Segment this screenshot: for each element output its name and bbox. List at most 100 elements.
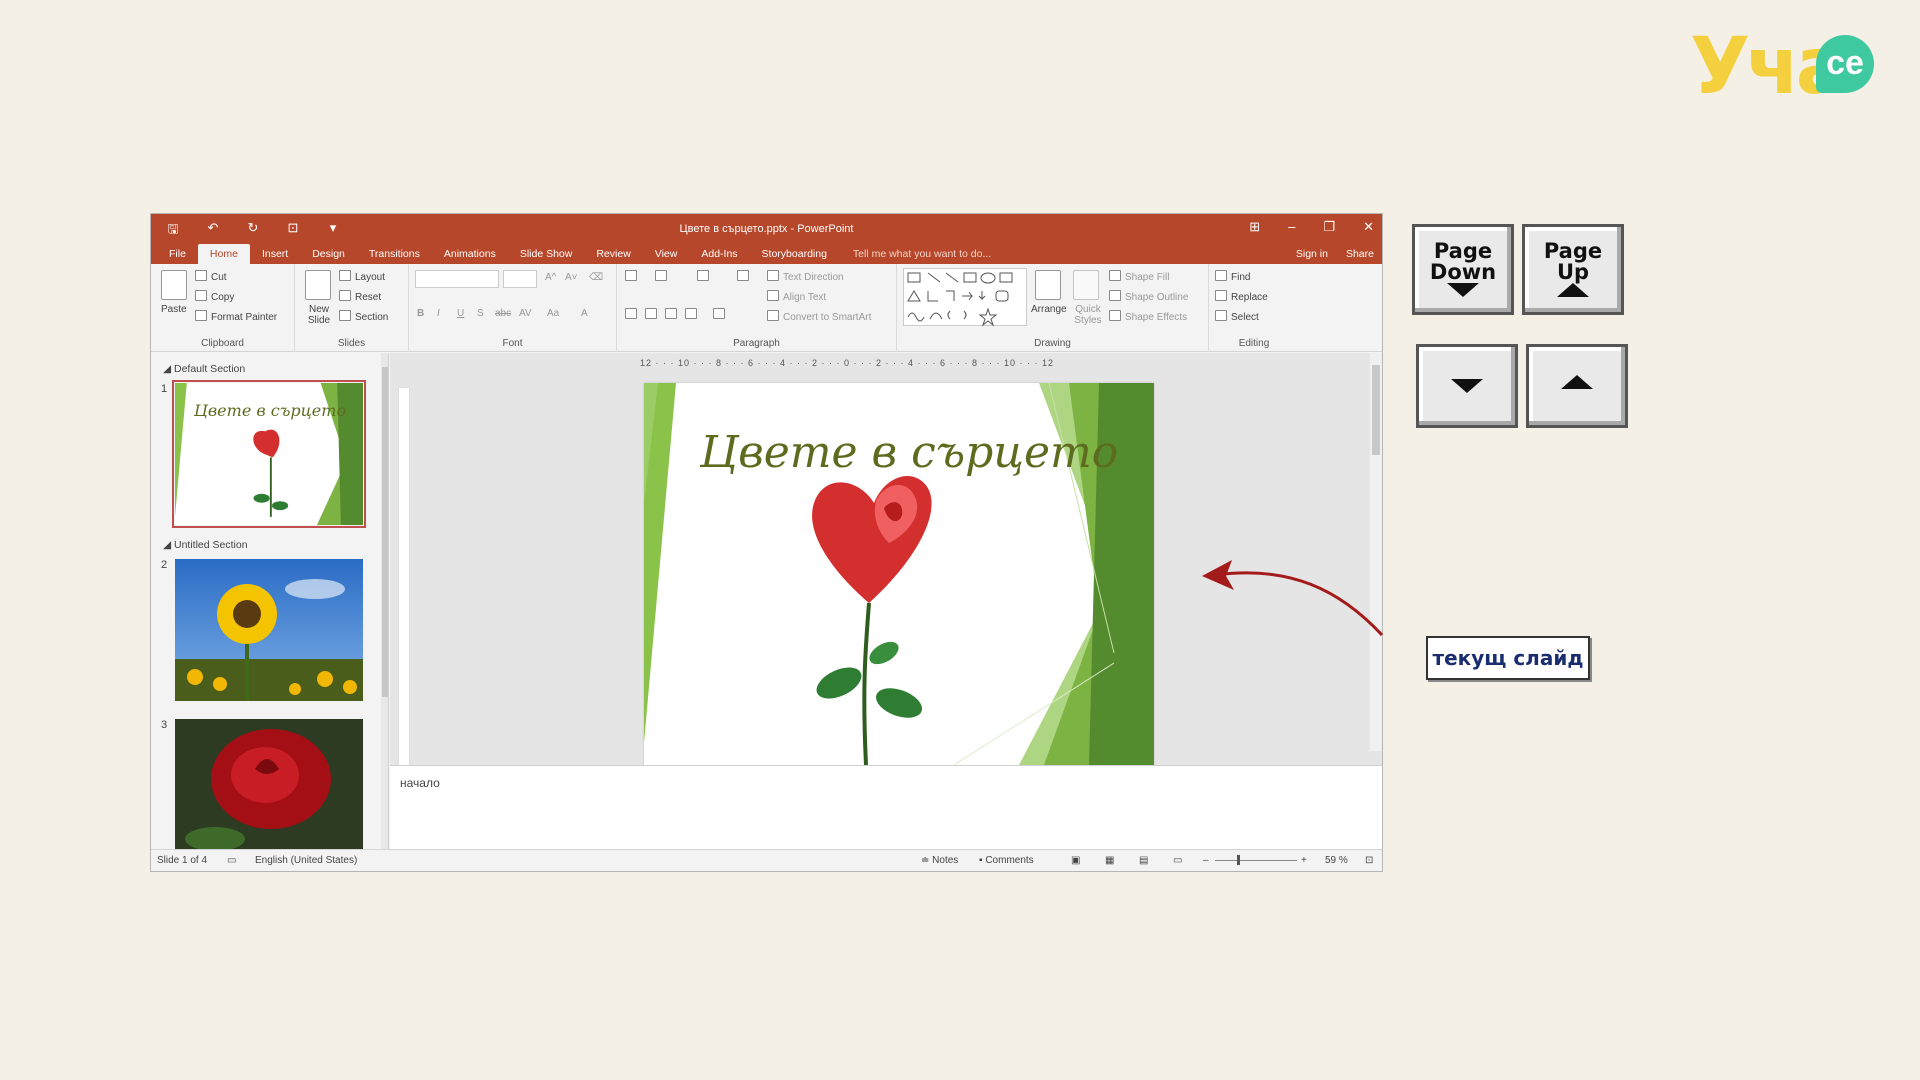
paste-icon[interactable] (161, 270, 187, 300)
slideshow-icon[interactable]: ▭ (1173, 855, 1182, 866)
shrink-font-button[interactable]: A˅ (565, 272, 578, 283)
underline-button[interactable]: U (457, 308, 464, 319)
slides-group: New Slide Layout Reset Section Slides (295, 264, 409, 352)
text-direction-button[interactable]: Text Direction (767, 270, 844, 283)
tab-animations[interactable]: Animations (432, 244, 508, 264)
bold-button[interactable]: B (417, 308, 424, 319)
font-name-box[interactable] (415, 270, 499, 288)
section-default[interactable]: ◢ Default Section (163, 363, 245, 375)
sign-in-link[interactable]: Sign in (1296, 244, 1328, 264)
pointer-arrow (1202, 560, 1384, 637)
slide-thumbnail-1[interactable]: Цвете в сърцето (172, 380, 366, 528)
notes-pane[interactable]: начало (390, 765, 1382, 851)
cut-button[interactable]: Cut (195, 270, 227, 283)
tab-insert[interactable]: Insert (250, 244, 300, 264)
paste-button[interactable]: Paste (161, 304, 187, 315)
slide-area-scroll-thumb[interactable] (1372, 365, 1380, 455)
tab-view[interactable]: View (643, 244, 690, 264)
strikethrough-button[interactable]: abc (495, 308, 511, 319)
tab-home[interactable]: Home (197, 244, 250, 264)
zoom-out-icon[interactable]: – (1203, 855, 1209, 866)
reset-button[interactable]: Reset (339, 290, 381, 303)
arrange-button[interactable]: Arrange (1031, 304, 1067, 315)
justify-button[interactable] (685, 308, 701, 321)
section-button[interactable]: Section (339, 310, 388, 323)
current-slide[interactable]: Цвете в сърцето (644, 383, 1154, 765)
zoom-in-icon[interactable]: + (1301, 855, 1307, 866)
normal-view-icon[interactable]: ▣ (1071, 855, 1080, 866)
slide-thumbnail-3[interactable] (175, 719, 363, 851)
zoom-level[interactable]: 59 % (1325, 855, 1348, 866)
replace-button[interactable]: Replace (1215, 290, 1268, 303)
shapes-gallery[interactable] (903, 268, 1027, 327)
tab-slide-show[interactable]: Slide Show (508, 244, 585, 264)
numbering-button[interactable] (655, 270, 671, 283)
new-slide-button[interactable]: New Slide (299, 304, 339, 326)
close-button[interactable]: ✕ (1363, 219, 1374, 235)
language-indicator[interactable]: English (United States) (255, 855, 357, 866)
section-untitled[interactable]: ◢ Untitled Section (163, 539, 248, 551)
zoom-slider[interactable] (1215, 860, 1297, 861)
tab-design[interactable]: Design (300, 244, 357, 264)
paragraph-group: Text Direction Align Text Convert to Sma… (617, 264, 897, 352)
grow-font-button[interactable]: A^ (545, 272, 556, 283)
quick-styles-button[interactable]: Quick Styles (1073, 304, 1103, 326)
align-right-icon (665, 308, 677, 319)
slide-title[interactable]: Цвете в сърцето (674, 427, 1144, 478)
find-button[interactable]: Find (1215, 270, 1250, 283)
thumbnails-scroll-thumb[interactable] (382, 367, 388, 697)
line-spacing-button[interactable] (737, 270, 753, 283)
ribbon-display-options-icon[interactable]: ⊞ (1249, 219, 1260, 235)
fit-to-window-icon[interactable]: ⊡ (1365, 855, 1373, 866)
restore-button[interactable]: ❐ (1323, 219, 1335, 235)
comments-toggle[interactable]: ▪ Comments (979, 855, 1034, 866)
indent-button[interactable] (697, 270, 713, 283)
slide-sorter-icon[interactable]: ▦ (1105, 855, 1114, 866)
select-button[interactable]: Select (1215, 310, 1259, 323)
spellcheck-icon[interactable]: ▭ (227, 855, 236, 866)
zoom-slider-thumb[interactable] (1237, 855, 1240, 865)
tab-storyboarding[interactable]: Storyboarding (750, 244, 839, 264)
quick-styles-icon[interactable] (1073, 270, 1099, 300)
change-case-button[interactable]: Aa (547, 308, 559, 319)
italic-button[interactable]: I (437, 308, 440, 319)
minimize-button[interactable]: – (1288, 219, 1295, 235)
align-text-button[interactable]: Align Text (767, 290, 826, 303)
new-slide-icon[interactable] (305, 270, 331, 300)
bullets-button[interactable] (625, 270, 641, 283)
font-size-box[interactable] (503, 270, 537, 288)
align-right-button[interactable] (665, 308, 681, 321)
smartart-button[interactable]: Convert to SmartArt (767, 310, 871, 323)
tell-me-search[interactable]: Tell me what you want to do... (839, 244, 991, 264)
reading-view-icon[interactable]: ▤ (1139, 855, 1148, 866)
smartart-label: Convert to SmartArt (783, 312, 872, 323)
thumbnails-scrollbar[interactable] (381, 353, 388, 851)
copy-button[interactable]: Copy (195, 290, 234, 303)
clear-format-button[interactable]: ⌫ (589, 272, 603, 283)
align-left-button[interactable] (625, 308, 641, 321)
shape-outline-button[interactable]: Shape Outline (1109, 290, 1188, 303)
replace-icon (1215, 290, 1227, 301)
format-painter-button[interactable]: Format Painter (195, 310, 277, 323)
char-spacing-button[interactable]: AV (519, 308, 532, 319)
tab-file[interactable]: File (157, 244, 198, 264)
tab-add-ins[interactable]: Add-Ins (689, 244, 749, 264)
layout-label: Layout (355, 272, 386, 283)
notes-toggle[interactable]: ≐ Notes (921, 855, 958, 866)
notes-text: начало (400, 776, 440, 790)
page-down-key-line2: Down (1429, 260, 1497, 284)
tab-transitions[interactable]: Transitions (357, 244, 432, 264)
layout-button[interactable]: Layout (339, 270, 385, 283)
tab-review[interactable]: Review (584, 244, 642, 264)
share-button[interactable]: Share (1346, 244, 1374, 264)
font-color-button[interactable]: A (581, 308, 588, 319)
shadow-button[interactable]: S (477, 308, 484, 319)
pen-icon (1109, 290, 1121, 301)
shape-fill-button[interactable]: Shape Fill (1109, 270, 1169, 283)
align-center-button[interactable] (645, 308, 661, 321)
ribbon: Paste Cut Copy Format Painter Clipboard … (151, 264, 1382, 352)
shape-effects-button[interactable]: Shape Effects (1109, 310, 1187, 323)
arrange-icon[interactable] (1035, 270, 1061, 300)
slide-thumbnail-2[interactable] (175, 559, 363, 701)
columns-button[interactable] (713, 308, 729, 321)
